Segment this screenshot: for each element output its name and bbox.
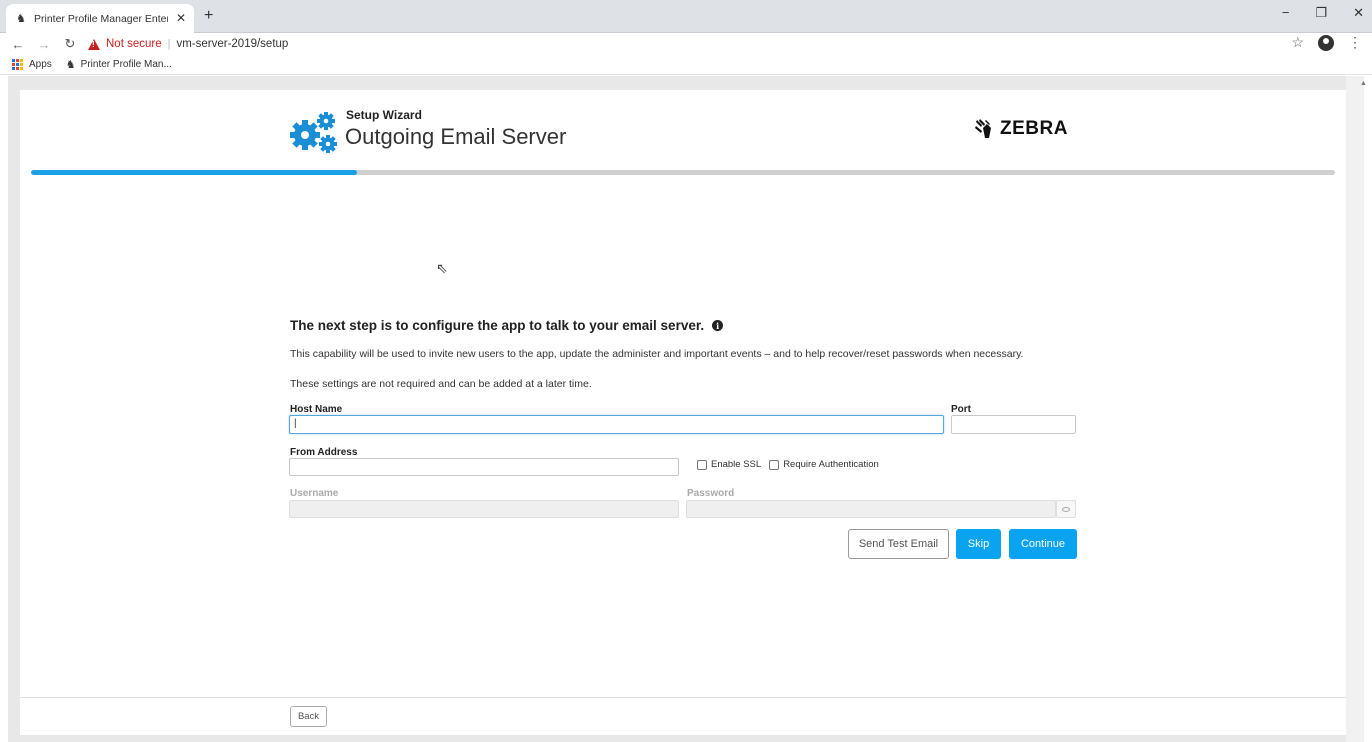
progress-fill (31, 170, 357, 175)
setup-page: Setup Wizard Outgoing Email Server ZEBRA… (20, 90, 1346, 735)
bookmark-apps[interactable]: Apps (29, 59, 52, 70)
zebra-favicon-icon: ♞ (16, 13, 26, 25)
menu-kebab-icon[interactable]: ⋮ (1348, 34, 1362, 51)
profile-icon[interactable] (1318, 34, 1334, 51)
toolbar-right: ☆ ⋮ (1291, 34, 1362, 51)
port-label: Port (951, 404, 971, 415)
warning-icon (88, 38, 100, 50)
show-password-button[interactable] (1056, 500, 1076, 518)
back-button[interactable]: Back (290, 706, 327, 727)
require-auth-checkbox[interactable] (769, 459, 780, 470)
restore-icon[interactable]: ❐ (1315, 5, 1327, 21)
footer-divider (20, 697, 1346, 698)
reload-icon[interactable]: ↻ (62, 36, 78, 52)
form-note: These settings are not required and can … (290, 378, 592, 390)
minimize-icon[interactable]: − (1282, 5, 1290, 21)
zebra-logo: ZEBRA (974, 117, 1068, 141)
progress-bar (31, 170, 1335, 175)
from-address-input[interactable] (289, 458, 679, 476)
not-secure-label: Not secure (106, 38, 162, 50)
zebra-favicon-icon: ♞ (65, 59, 76, 71)
info-icon[interactable]: i (712, 320, 724, 331)
mouse-cursor-icon: ⇖ (436, 260, 448, 276)
zebra-logo-text: ZEBRA (1000, 118, 1068, 139)
bookmark-star-icon[interactable]: ☆ (1291, 34, 1304, 51)
continue-button[interactable]: Continue (1009, 529, 1077, 559)
scrollbar[interactable] (1346, 76, 1364, 742)
browser-titlebar: ♞ Printer Profile Manager Enterprise ✕ +… (0, 0, 1372, 33)
eye-icon (1062, 506, 1070, 512)
require-auth-option[interactable]: Require Authentication (769, 459, 879, 470)
send-test-email-button[interactable]: Send Test Email (848, 529, 949, 559)
window-controls: − ❐ ✕ (1282, 5, 1364, 21)
url-text: vm-server-2019/setup (176, 38, 289, 50)
from-address-label: From Address (290, 447, 358, 458)
skip-button[interactable]: Skip (956, 529, 1001, 559)
scroll-up-icon[interactable]: ▲ (1360, 80, 1367, 87)
enable-ssl-option[interactable]: Enable SSL (697, 459, 761, 470)
tab-title: Printer Profile Manager Enterprise (34, 12, 168, 25)
tab-close-icon[interactable]: ✕ (176, 11, 186, 25)
form-heading: The next step is to configure the app to… (290, 318, 724, 333)
username-input[interactable] (289, 500, 679, 518)
page-title: Outgoing Email Server (345, 124, 567, 149)
username-label: Username (290, 488, 339, 499)
password-label: Password (687, 488, 735, 499)
address-bar[interactable]: Not secure | vm-server-2019/setup (88, 35, 288, 53)
host-name-label: Host Name (290, 404, 343, 415)
forward-arrow-icon[interactable]: → (36, 37, 52, 52)
url-separator: | (167, 38, 171, 50)
apps-grid-icon[interactable] (12, 58, 24, 71)
close-window-icon[interactable]: ✕ (1353, 5, 1364, 21)
password-input[interactable] (686, 500, 1056, 518)
port-input[interactable] (951, 415, 1076, 434)
bookmarks-bar: Apps ♞ Printer Profile Man... (0, 55, 1372, 75)
bookmark-printer-profile[interactable]: Printer Profile Man... (81, 59, 172, 70)
enable-ssl-checkbox[interactable] (697, 459, 707, 470)
new-tab-button[interactable]: + (204, 7, 213, 25)
options-group: Enable SSL Require Authentication (697, 459, 887, 470)
form-description: This capability will be used to invite n… (290, 348, 1024, 360)
zebra-head-icon (975, 119, 991, 138)
require-auth-label: Require Authentication (783, 459, 879, 470)
browser-tab[interactable]: ♞ Printer Profile Manager Enterprise ✕ (6, 4, 194, 33)
wizard-label: Setup Wizard (346, 108, 422, 122)
form-heading-text: The next step is to configure the app to… (290, 318, 705, 333)
host-name-input[interactable]: | (289, 415, 944, 434)
browser-toolbar: ← → ↻ Not secure | vm-server-2019/setup … (0, 33, 1372, 55)
back-arrow-icon[interactable]: ← (10, 37, 26, 52)
enable-ssl-label: Enable SSL (711, 459, 762, 470)
gears-icon (290, 112, 337, 153)
